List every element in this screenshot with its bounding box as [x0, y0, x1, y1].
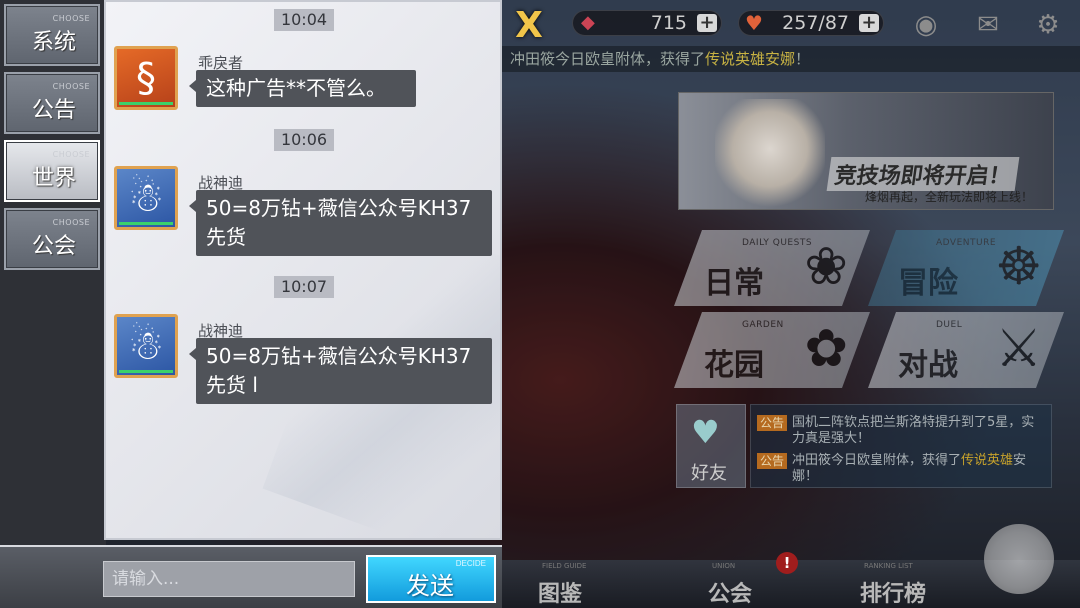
nav-field-guide-label: 图鉴: [538, 582, 583, 607]
avatar-level-bar: [119, 370, 173, 373]
notice-tag: 公告: [757, 415, 788, 431]
banner-subtitle: 烽烟再起，全新玩法即将上线！: [865, 190, 1034, 204]
tab-announcement[interactable]: CHOOSE 公告: [4, 72, 100, 134]
ticker-suffix: ！: [795, 50, 811, 68]
nav-field-guide-sub: FIELD GUIDE: [542, 562, 587, 570]
gear-icon[interactable]: ⚙: [1032, 9, 1064, 41]
tab-guild-label: 公会: [32, 234, 77, 259]
send-button-label: 发送: [406, 573, 454, 600]
event-banner[interactable]: 竞技场即将开启！ 烽烟再起，全新玩法即将上线！: [678, 92, 1054, 210]
avatar[interactable]: ☃: [114, 314, 178, 378]
nav-ranking-sub: RANKING LIST: [864, 562, 913, 570]
heart-icon: ♥: [745, 11, 763, 35]
rabbit-icon: ❀: [804, 237, 848, 297]
banner-title: 竞技场即将开启！: [826, 157, 1020, 191]
duel-button[interactable]: DUEL 对战 ⚔: [868, 312, 1064, 388]
timestamp: 10:06: [274, 129, 334, 151]
yeti-icon: ☃: [128, 175, 164, 221]
adventure-button[interactable]: ADVENTURE 冒险 ☸: [868, 230, 1064, 306]
tab-world[interactable]: CHOOSE 世界: [4, 140, 100, 202]
nav-ranking-label: 排行榜: [860, 582, 927, 607]
tab-system[interactable]: CHOOSE 系统: [4, 4, 100, 66]
stamina-counter: ♥ 257/87 +: [738, 10, 884, 36]
stamina-value: 257/87: [782, 12, 849, 34]
garden-sub: GARDEN: [742, 320, 784, 330]
yeti-icon: ☃: [128, 323, 164, 369]
chat-input-bar: DECIDE 发送: [0, 545, 502, 608]
friends-button[interactable]: ♥ 好友: [676, 404, 746, 488]
gems-value: 715: [650, 12, 687, 34]
nav-union-sub: UNION: [712, 562, 736, 570]
message-bubble: 50=8万钻+薇信公众号KH37先货: [189, 190, 492, 256]
tab-guild[interactable]: CHOOSE 公会: [4, 208, 100, 270]
notice-tag: 公告: [757, 453, 788, 469]
nav-field-guide[interactable]: FIELD GUIDE 图鉴: [502, 562, 652, 608]
snake-icon: §: [136, 55, 156, 101]
tab-system-label: 系统: [32, 30, 77, 55]
add-gems-button[interactable]: +: [697, 14, 717, 32]
tab-guild-sub: CHOOSE: [52, 218, 90, 227]
nav-ranking[interactable]: RANKING LIST 排行榜: [824, 562, 994, 608]
avatar[interactable]: ☃: [114, 166, 178, 230]
adventure-label: 冒险: [898, 266, 958, 301]
chat-input[interactable]: [103, 561, 355, 597]
garden-button[interactable]: GARDEN 花园 ✿: [674, 312, 870, 388]
chat-panel[interactable]: 10:04 § 乖戾者 这种广告**不管么。 10:06 ☃ 战神迪 50=8万…: [104, 0, 502, 540]
banner-character-image: [715, 99, 825, 209]
notice-item: 公告 冲田筱今日欧皇附体，获得了传说英雄安娜！: [757, 453, 1045, 485]
send-button[interactable]: DECIDE 发送: [366, 555, 496, 603]
message-bubble: 这种广告**不管么。: [189, 70, 416, 107]
tab-world-sub: CHOOSE: [52, 150, 90, 159]
daily-quests-label: 日常: [704, 266, 764, 301]
duel-label: 对战: [898, 348, 958, 383]
friends-label: 好友: [691, 463, 727, 484]
crossed-swords-icon: ⚔: [995, 319, 1042, 379]
chat-channel-tabs: CHOOSE 系统 CHOOSE 公告 CHOOSE 世界 CHOOSE 公会: [0, 0, 106, 545]
ticker-highlight: 传说英雄安娜: [705, 50, 796, 68]
tab-world-label: 世界: [32, 166, 77, 191]
compass-icon: ☸: [995, 237, 1042, 297]
message-bubble: 50=8万钻+薇信公众号KH37先货 l: [189, 338, 492, 404]
gem-icon: ◆: [581, 12, 595, 33]
flower-icon: ✿: [804, 319, 848, 379]
close-chat-button[interactable]: X: [510, 6, 548, 46]
avatar-level-bar: [119, 222, 173, 225]
avatar-level-bar: [119, 102, 173, 105]
notification-badge: !: [776, 552, 798, 574]
notice-board: 公告 国机二阵钦点把兰斯洛特提升到了5星，实力真是强大！ 公告 冲田筱今日欧皇附…: [750, 404, 1052, 488]
add-stamina-button[interactable]: +: [859, 14, 879, 32]
tab-announcement-sub: CHOOSE: [52, 82, 90, 91]
adventure-sub: ADVENTURE: [936, 238, 997, 248]
gems-counter: ◆ 715 +: [572, 10, 722, 36]
notice-item: 公告 国机二阵钦点把兰斯洛特提升到了5星，实力真是强大！: [757, 415, 1045, 447]
nav-union[interactable]: UNION 公会: [672, 562, 822, 608]
timestamp: 10:07: [274, 276, 334, 298]
news-ticker: 冲田筱今日欧皇附体，获得了传说英雄安娜！: [502, 46, 1080, 72]
mascot-cat-icon[interactable]: [984, 524, 1054, 594]
send-button-sub: DECIDE: [455, 559, 486, 568]
ticker-text: 冲田筱今日欧皇附体，获得了: [510, 50, 706, 68]
profile-icon[interactable]: ◉: [910, 9, 942, 41]
notice-text: 国机二阵钦点把兰斯洛特提升到了5星，实力真是强大！: [792, 415, 1035, 446]
handshake-icon: ♥: [691, 413, 720, 451]
nav-union-label: 公会: [708, 582, 753, 607]
notice-highlight: 传说英雄: [961, 453, 1014, 468]
daily-quests-sub: DAILY QUESTS: [742, 238, 813, 248]
garden-label: 花园: [704, 348, 764, 383]
tab-announcement-label: 公告: [32, 98, 77, 123]
daily-quests-button[interactable]: DAILY QUESTS 日常 ❀: [674, 230, 870, 306]
notice-text: 冲田筱今日欧皇附体，获得了: [792, 453, 962, 468]
timestamp: 10:04: [274, 9, 334, 31]
tab-system-sub: CHOOSE: [52, 14, 90, 23]
mail-icon[interactable]: ✉: [972, 9, 1004, 41]
avatar[interactable]: §: [114, 46, 178, 110]
duel-sub: DUEL: [936, 320, 963, 330]
